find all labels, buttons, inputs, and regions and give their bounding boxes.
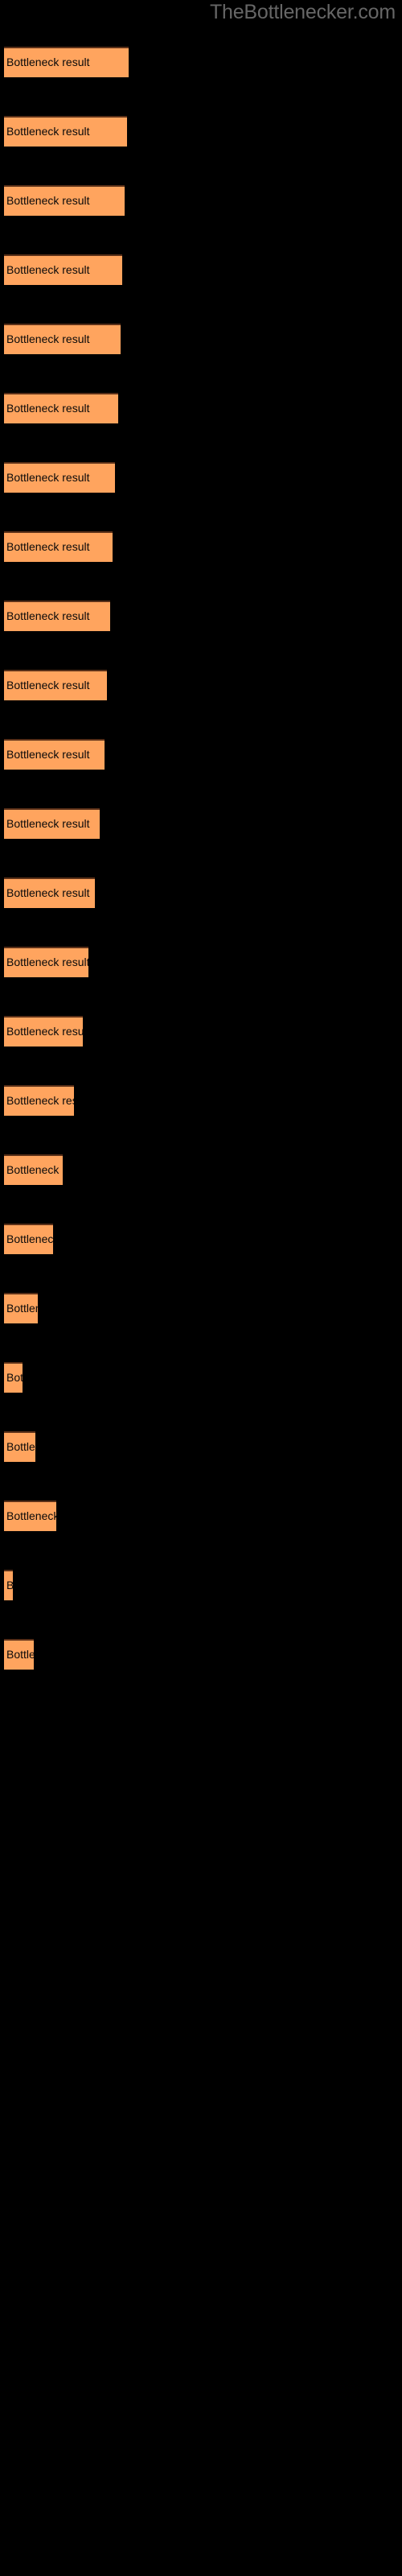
bar-label: Bottleneck result: [6, 1025, 83, 1038]
bar[interactable]: Bottleneck result: [4, 47, 129, 77]
bar[interactable]: Bottleneck result: [4, 670, 107, 700]
bar-row: Bottleneck result: [0, 1154, 402, 1187]
bar-row: Bottleneck result: [0, 47, 402, 79]
bar-row: Bottleneck result: [0, 877, 402, 910]
bar-label: Bottleneck result: [6, 56, 90, 68]
bar-label: Bottleneck result: [6, 1302, 38, 1315]
bar-row: Bottleneck result: [0, 601, 402, 633]
bar[interactable]: Bottleneck result: [4, 1224, 53, 1254]
bar-label: Bottleneck result: [6, 263, 90, 276]
bar-row: Bottleneck result: [0, 808, 402, 840]
bar[interactable]: Bottleneck result: [4, 393, 118, 423]
bar-row: Bottleneck result: [0, 1016, 402, 1048]
bar[interactable]: Bottleneck result: [4, 1431, 35, 1462]
bar-row: Bottleneck result: [0, 116, 402, 148]
bar[interactable]: Bottleneck result: [4, 877, 95, 908]
bar[interactable]: Bottleneck result: [4, 739, 105, 770]
bar-label: Bottleneck result: [6, 402, 90, 415]
bar[interactable]: Bottleneck result: [4, 601, 110, 631]
bar[interactable]: Bottleneck result: [4, 462, 115, 493]
bar-row: Bottleneck result: [0, 1362, 402, 1394]
bar[interactable]: Bottleneck result: [4, 1570, 13, 1600]
bar-row: Bottleneck result: [0, 324, 402, 356]
bar[interactable]: Bottleneck result: [4, 1639, 34, 1670]
bar[interactable]: Bottleneck result: [4, 324, 121, 354]
bar-label: Bottleneck result: [6, 471, 90, 484]
bar-row: Bottleneck result: [0, 670, 402, 702]
bar[interactable]: Bottleneck result: [4, 808, 100, 839]
bar-row: Bottleneck result: [0, 1501, 402, 1533]
bottleneck-chart: TheBottlenecker.com Bottleneck result Bot…: [0, 0, 402, 2576]
bar[interactable]: Bottleneck result: [4, 1085, 74, 1116]
bar-label: Bottleneck result: [6, 540, 90, 553]
bar-label: Bottleneck result: [6, 332, 90, 345]
bar[interactable]: Bottleneck result: [4, 1293, 38, 1323]
bar[interactable]: Bottleneck result: [4, 1362, 23, 1393]
bar-row: Bottleneck result: [0, 947, 402, 979]
bar-label: Bottleneck result: [6, 1163, 63, 1176]
bar-label: Bottleneck result: [6, 817, 90, 830]
bar[interactable]: Bottleneck result: [4, 185, 125, 216]
bar-label: Bottleneck result: [6, 748, 90, 761]
bar-row: Bottleneck result: [0, 254, 402, 287]
bar-label: Bottleneck result: [6, 1232, 53, 1245]
bar-label: Bottleneck result: [6, 125, 90, 138]
bar-label: Bottleneck result: [6, 1371, 23, 1384]
chart-plot-area: Bottleneck result Bottleneck result Bottle…: [0, 0, 402, 2576]
bar-row: Bottleneck result: [0, 1431, 402, 1463]
bar[interactable]: Bottleneck result: [4, 1154, 63, 1185]
bar-label: Bottleneck result: [6, 956, 88, 968]
bar[interactable]: Bottleneck result: [4, 116, 127, 147]
bar-row: Bottleneck result: [0, 1570, 402, 1602]
bar-label: Bottleneck result: [6, 886, 90, 899]
bar-label: Bottleneck result: [6, 1094, 74, 1107]
bar[interactable]: Bottleneck result: [4, 1016, 83, 1046]
bar-row: Bottleneck result: [0, 1639, 402, 1671]
bar[interactable]: Bottleneck result: [4, 1501, 56, 1531]
bar-row: Bottleneck result: [0, 462, 402, 494]
bar[interactable]: Bottleneck result: [4, 531, 113, 562]
bar-label: Bottleneck result: [6, 1578, 13, 1592]
bar-label: Bottleneck result: [6, 1509, 56, 1522]
bar-row: Bottleneck result: [0, 1224, 402, 1256]
bar-row: Bottleneck result: [0, 393, 402, 425]
bar-row: Bottleneck result: [0, 1293, 402, 1325]
bar-row: Bottleneck result: [0, 1085, 402, 1117]
bar-label: Bottleneck result: [6, 1648, 34, 1661]
bar[interactable]: Bottleneck result: [4, 254, 122, 285]
bar[interactable]: Bottleneck result: [4, 947, 88, 977]
bar-label: Bottleneck result: [6, 1440, 35, 1453]
bar-row: Bottleneck result: [0, 739, 402, 771]
bar-label: Bottleneck result: [6, 679, 90, 691]
bar-label: Bottleneck result: [6, 609, 90, 622]
bar-label: Bottleneck result: [6, 194, 90, 207]
bar-row: Bottleneck result: [0, 185, 402, 217]
bar-row: Bottleneck result: [0, 531, 402, 564]
